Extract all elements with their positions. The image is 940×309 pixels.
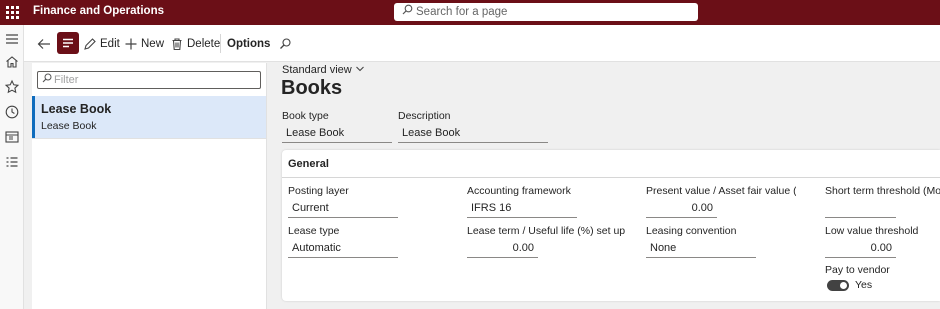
edit-label: Edit — [100, 37, 120, 50]
leasing-convention-label: Leasing convention — [646, 225, 737, 237]
toolbar-divider — [220, 34, 221, 53]
action-pane: Edit New Delete Options — [24, 25, 940, 62]
options-tab[interactable]: Options — [227, 25, 270, 62]
list-item-title: Lease Book — [41, 102, 112, 116]
list-pane: Filter Lease Book Lease Book — [32, 63, 267, 309]
present-value-label: Present value / Asset fair value (... — [646, 185, 796, 197]
find-button[interactable] — [278, 25, 295, 62]
filter-input[interactable]: Filter — [37, 71, 261, 89]
workspaces-icon[interactable] — [4, 129, 20, 145]
delete-label: Delete — [187, 37, 221, 50]
trash-icon — [172, 37, 182, 50]
app-launcher-icon[interactable] — [6, 6, 19, 19]
list-item-subtitle: Lease Book — [41, 120, 97, 132]
edit-pencil-icon — [84, 37, 96, 50]
search-icon — [280, 37, 291, 49]
low-value-threshold-label: Low value threshold — [825, 225, 919, 237]
app-title: Finance and Operations — [33, 5, 164, 17]
leasing-convention-field[interactable]: None — [646, 241, 756, 258]
chevron-down-icon — [355, 66, 364, 72]
pay-to-vendor-toggle[interactable] — [827, 280, 849, 291]
short-term-threshold-field[interactable] — [825, 201, 896, 218]
navigation-rail — [0, 25, 24, 309]
lease-term-label: Lease term / Useful life (%) set up — [467, 225, 626, 237]
search-icon — [42, 72, 52, 88]
hamburger-menu-icon[interactable] — [4, 31, 20, 47]
short-term-threshold-label: Short term threshold (Months) — [825, 185, 940, 197]
favorites-star-icon[interactable] — [4, 79, 20, 95]
delete-button[interactable]: Delete — [170, 25, 220, 62]
search-placeholder: Search for a page — [416, 6, 508, 19]
book-type-field[interactable]: Lease Book — [282, 125, 392, 143]
posting-layer-field[interactable]: Current — [288, 201, 398, 218]
recent-clock-icon[interactable] — [4, 104, 20, 120]
new-button[interactable]: New — [124, 25, 164, 62]
pay-to-vendor-value: Yes — [855, 279, 873, 291]
page-search-input[interactable]: Search for a page — [394, 3, 698, 21]
list-item[interactable]: Lease Book Lease Book — [32, 96, 266, 138]
pay-to-vendor-label: Pay to vendor — [825, 264, 890, 276]
show-list-button[interactable] — [57, 32, 79, 54]
back-button[interactable] — [36, 25, 55, 62]
lease-term-field[interactable]: 0.00 — [467, 241, 538, 258]
accounting-framework-field[interactable]: IFRS 16 — [467, 201, 577, 218]
lease-type-label: Lease type — [288, 225, 340, 237]
book-type-label: Book type — [282, 110, 329, 122]
search-icon — [402, 3, 413, 21]
general-header[interactable]: General — [288, 158, 329, 170]
view-label: Standard view — [282, 64, 352, 76]
general-fasttab: General Posting layer Current Lease type… — [282, 150, 940, 301]
lease-type-field[interactable]: Automatic — [288, 241, 398, 258]
view-selector[interactable]: Standard view — [282, 64, 365, 76]
page-title: Books — [281, 77, 343, 99]
list-divider — [32, 138, 266, 139]
present-value-field[interactable]: 0.00 — [646, 201, 717, 218]
new-label: New — [141, 37, 165, 50]
home-icon[interactable] — [4, 54, 20, 70]
modules-list-icon[interactable] — [4, 154, 20, 170]
edit-button[interactable]: Edit — [83, 25, 120, 62]
card-divider — [282, 177, 940, 178]
app-header: Finance and Operations Search for a page — [0, 0, 940, 25]
plus-icon — [125, 38, 137, 49]
filter-placeholder: Filter — [54, 74, 79, 86]
description-label: Description — [398, 110, 451, 122]
posting-layer-label: Posting layer — [288, 185, 349, 197]
low-value-threshold-field[interactable]: 0.00 — [825, 241, 896, 258]
description-field[interactable]: Lease Book — [398, 125, 548, 143]
accounting-framework-label: Accounting framework — [467, 185, 571, 197]
